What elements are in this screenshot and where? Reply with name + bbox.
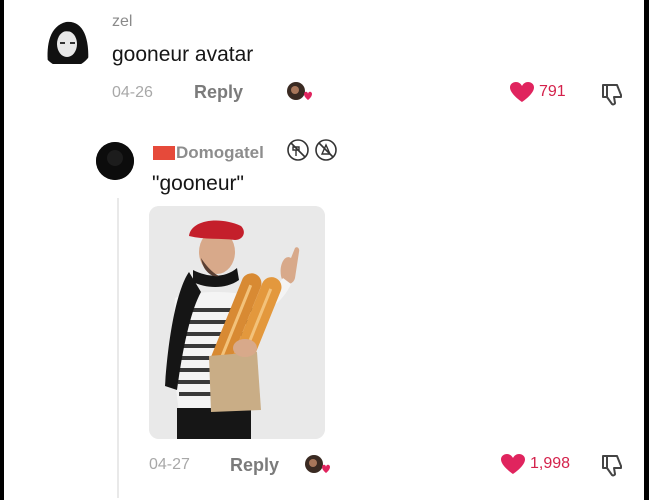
avatar[interactable] xyxy=(40,14,94,68)
creator-liked-avatar[interactable] xyxy=(286,80,312,109)
thumbs-down-icon xyxy=(602,455,622,477)
reply-username[interactable]: Domogatel xyxy=(176,143,264,163)
user-badges xyxy=(286,138,338,162)
heart-icon xyxy=(510,82,534,102)
reply-text: "gooneur" xyxy=(152,172,244,195)
comment-thread: zel gooneur avatar 04-26 Reply 791 Domog… xyxy=(4,0,644,500)
comment-text: gooneur avatar xyxy=(112,43,254,66)
comment-username[interactable]: zel xyxy=(112,13,132,31)
flag-icon xyxy=(153,146,175,160)
comment-date: 04-26 xyxy=(112,84,153,101)
thread-line xyxy=(117,198,119,498)
like-button[interactable]: 791 xyxy=(509,81,566,103)
dislike-button[interactable] xyxy=(600,82,626,111)
like-count: 791 xyxy=(539,83,566,100)
avatar-image xyxy=(40,14,94,68)
frenchman-baguette-image xyxy=(149,206,325,439)
dislike-button[interactable] xyxy=(600,453,626,482)
attached-image[interactable] xyxy=(149,206,325,439)
reply-avatar[interactable] xyxy=(96,142,134,180)
creator-heart-icon xyxy=(287,82,312,100)
thumbs-down-icon xyxy=(602,84,622,106)
creator-heart-icon xyxy=(305,455,330,473)
like-count: 1,998 xyxy=(530,455,571,472)
no-hammer-icon xyxy=(287,139,309,161)
reply-date: 04-27 xyxy=(149,456,190,473)
heart-icon xyxy=(501,454,525,474)
creator-liked-avatar[interactable] xyxy=(304,453,330,482)
reply-button[interactable]: Reply xyxy=(194,82,243,103)
watermark: imgflip.com xyxy=(4,484,69,497)
reply-button[interactable]: Reply xyxy=(230,455,279,476)
avatar-image xyxy=(96,142,134,180)
no-sign-icon xyxy=(315,139,337,161)
like-button[interactable]: 1,998 xyxy=(500,453,570,475)
